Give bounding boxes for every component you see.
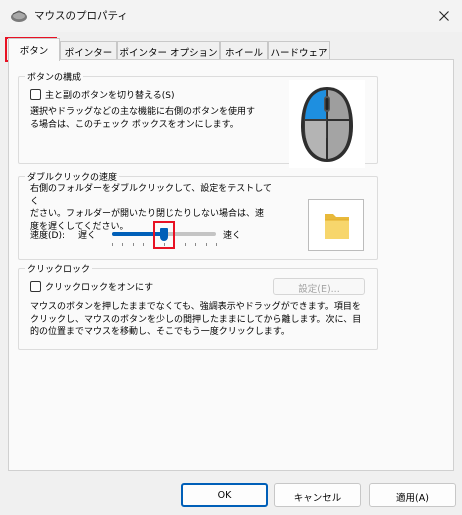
- click-lock-checkbox[interactable]: [30, 281, 41, 292]
- slider-tick: [143, 243, 145, 246]
- ok-button[interactable]: OK: [181, 483, 268, 507]
- tab-hardware[interactable]: ハードウェア: [268, 41, 330, 60]
- cancel-button[interactable]: キャンセル: [274, 483, 361, 507]
- slider-tick: [122, 243, 124, 246]
- tab-bar: ボタン ポインター ポインター オプション ホイール ハードウェア: [6, 38, 456, 61]
- click-lock-description: マウスのボタンを押したままでなくても、強調表示やドラッグができます。項目を クリ…: [30, 302, 362, 337]
- speed-label: 速度(D):: [30, 231, 65, 241]
- title-bar: マウスのプロパティ: [0, 0, 462, 32]
- window-title: マウスのプロパティ: [34, 10, 128, 22]
- slow-label: 遅く: [78, 231, 97, 241]
- click-lock-settings-button[interactable]: 設定(E)...: [273, 278, 365, 295]
- swap-buttons-checkbox[interactable]: [30, 89, 41, 100]
- click-lock-title: クリックロック: [25, 262, 93, 275]
- tab-buttons[interactable]: ボタン: [8, 38, 60, 61]
- swap-buttons-checkbox-row[interactable]: 主と副のボタンを切り替える(S): [30, 88, 174, 101]
- tab-pointer-options[interactable]: ポインター オプション: [117, 41, 220, 60]
- slider-tick: [174, 243, 176, 246]
- double-click-title: ダブルクリックの速度: [25, 170, 120, 183]
- mouse-properties-window: マウスのプロパティ ボタン ポインター ポインター オプション ホイール ハード…: [0, 0, 462, 515]
- double-click-description: 右側のフォルダーをダブルクリックして、設定をテストしてく ださい。フォルダーが開…: [30, 184, 273, 232]
- button-config-title: ボタンの構成: [25, 70, 84, 83]
- tab-pointers[interactable]: ポインター: [60, 41, 117, 60]
- slider-tick: [216, 243, 217, 246]
- slider-tick: [195, 243, 197, 246]
- slider-thumb[interactable]: [160, 228, 168, 241]
- slider-tick: [153, 243, 155, 246]
- slider-tick: [164, 243, 165, 246]
- apply-button[interactable]: 適用(A): [369, 483, 456, 507]
- swap-buttons-label: 主と副のボタンを切り替える(S): [45, 91, 175, 101]
- slider-tick: [205, 243, 207, 246]
- fast-label: 速く: [223, 231, 242, 241]
- click-lock-label: クリックロックをオンにす: [45, 283, 154, 293]
- slider-tick: [184, 243, 186, 246]
- close-icon: [439, 11, 449, 21]
- slider-tick: [112, 243, 113, 246]
- tab-wheel[interactable]: ホイール: [220, 41, 268, 60]
- test-folder-area[interactable]: [308, 199, 364, 251]
- close-button[interactable]: [426, 2, 462, 30]
- click-lock-checkbox-row[interactable]: クリックロックをオンにす: [30, 280, 153, 293]
- mouse-illustration: [289, 80, 365, 168]
- folder-icon: [325, 214, 349, 239]
- mouse-icon: [301, 87, 353, 162]
- slider-fill: [112, 232, 164, 236]
- mouse-app-icon: [11, 10, 27, 22]
- button-config-description: 選択やドラッグなどの主な機能に右側のボタンを使用す る場合は、このチェック ボッ…: [30, 107, 256, 130]
- slider-tick: [132, 243, 134, 246]
